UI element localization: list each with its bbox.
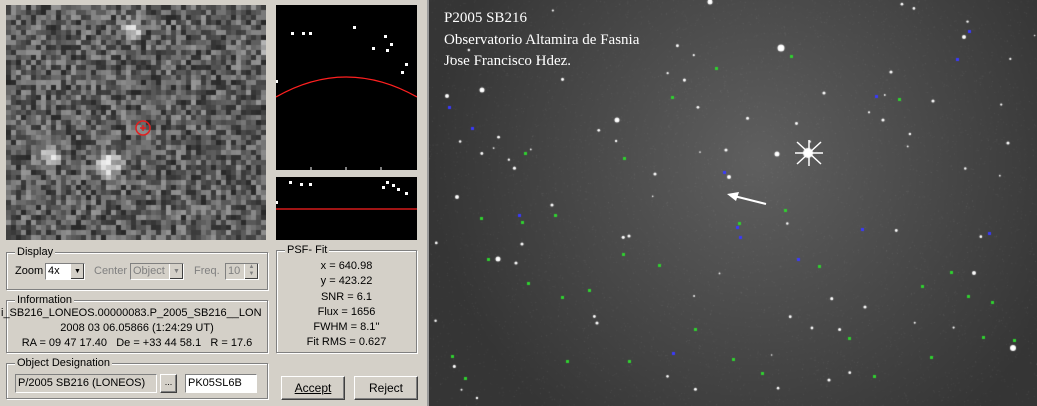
designation-code-field[interactable]: PK05SL6B — [185, 374, 257, 393]
display-group: Display Zoom 4x ▼ Center Object ▼ Freq. … — [6, 245, 268, 290]
reject-button[interactable]: Reject — [354, 376, 418, 400]
residual-svg — [276, 181, 417, 210]
designation-code-value: PK05SL6B — [188, 377, 242, 389]
target-arrow-icon — [727, 192, 739, 201]
display-legend: Display — [15, 245, 56, 259]
center-select[interactable]: Object ▼ — [130, 263, 184, 280]
psf-x-value: x = 640.98 — [320, 260, 373, 272]
psf-y-value: y = 423.22 — [320, 275, 373, 287]
designation-name-field[interactable]: P/2005 SB216 (LONEOS) — [15, 374, 157, 393]
psf-fit-rms-value: Fit RMS = 0.627 — [306, 336, 387, 348]
designation-legend: Object Designation — [15, 356, 112, 370]
info-filename: i_SB216_LONEOS.00000083.P_2005_SB216__LO… — [1, 307, 261, 319]
psf-flux-value: Flux = 1656 — [317, 306, 376, 318]
profile-fit-curve — [275, 76, 418, 98]
spin-updown-icon[interactable]: ▲ ▼ — [244, 264, 258, 279]
psf-fit-group: PSF- Fit x = 640.98 y = 423.22 SNR = 6.1… — [276, 243, 417, 353]
information-legend: Information — [15, 293, 75, 307]
browse-icon: ... — [164, 377, 173, 387]
overlay-object-name: P2005 SB216 — [444, 10, 527, 26]
target-circle-marker — [135, 120, 151, 136]
info-ra-dec-r: RA = 09 47 17.40 De = +33 44 58.1 R = 17… — [21, 337, 253, 349]
chevron-down-icon[interactable]: ▼ — [169, 264, 183, 279]
zoom-select[interactable]: 4x ▼ — [45, 263, 85, 280]
zoom-label: Zoom — [15, 265, 44, 277]
zoomed-star-view[interactable] — [6, 5, 266, 240]
bright-star-spikes — [795, 140, 823, 166]
profile-points — [276, 26, 408, 83]
psf-fwhm-value: FWHM = 8.1'' — [313, 321, 380, 333]
info-datetime: 2008 03 06.05866 (1:24:29 UT) — [60, 322, 214, 334]
psf-fit-legend: PSF- Fit — [285, 243, 330, 257]
profile-svg — [275, 26, 418, 170]
object-designation-group: Object Designation P/2005 SB216 (LONEOS)… — [6, 356, 268, 399]
target-arrow-shaft — [733, 195, 767, 205]
zoom-value: 4x — [48, 265, 60, 277]
information-group: Information i_SB216_LONEOS.00000083.P_20… — [1, 293, 268, 353]
accept-label: Accept — [294, 381, 332, 395]
accept-button[interactable]: Accept — [281, 376, 345, 400]
overlay-observatory: Observatorio Altamira de Fasnia — [444, 32, 640, 48]
psf-profile-plot — [275, 5, 418, 170]
freq-value: 10 — [228, 265, 241, 277]
freq-label: Freq. — [194, 265, 220, 277]
overlay-observer: Jose Francisco Hdez. — [444, 53, 572, 69]
psf-residual-plot — [276, 177, 417, 240]
designation-browse-button[interactable]: ... — [160, 374, 177, 393]
reject-label: Reject — [368, 381, 403, 395]
psf-snr-value: SNR = 6.1 — [320, 291, 373, 303]
designation-name-value: P/2005 SB216 (LONEOS) — [18, 377, 146, 389]
chevron-down-icon[interactable]: ▼ — [70, 264, 84, 279]
center-label: Center — [94, 265, 128, 277]
residual-points — [276, 181, 408, 204]
freq-stepper[interactable]: 10 ▲ ▼ — [225, 263, 259, 280]
center-value: Object — [133, 265, 165, 277]
